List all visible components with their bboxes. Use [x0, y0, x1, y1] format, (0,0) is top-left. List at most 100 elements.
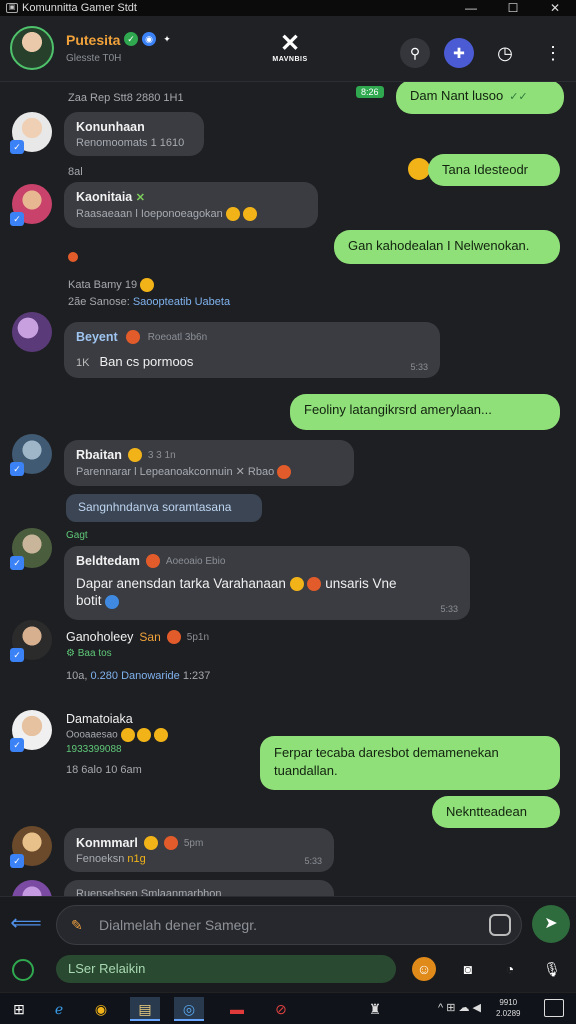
avatar[interactable]: ✓	[10, 710, 52, 752]
quick-reply-field[interactable]: LSer Relaikin	[56, 955, 396, 983]
pin-button[interactable]: ✚	[444, 38, 474, 68]
message-meta: Gagt	[66, 530, 88, 541]
message-meta: 10a, 0.280 Danowaride 1:237	[66, 670, 211, 682]
outgoing-message[interactable]: Gan kahodealan I Nelwenokan.	[334, 230, 560, 264]
game-icon: ♜	[368, 1001, 382, 1017]
avatar[interactable]: ✓	[10, 434, 52, 476]
taskbar-chrome[interactable]: ◉	[86, 997, 116, 1021]
grin-emoji-icon	[242, 207, 257, 221]
logo-text: MAVNBIS	[272, 56, 308, 63]
windows-icon: ⊞	[13, 1001, 25, 1017]
avatar[interactable]	[10, 26, 54, 70]
grin-emoji-icon	[225, 207, 240, 221]
app-icon: ▣	[6, 3, 18, 13]
verified-icon: ✓	[10, 854, 24, 868]
incoming-message[interactable]: Beyent Roeoatl 3b6n 1K Ban cs pormoos 5:33	[64, 322, 440, 378]
incoming-message[interactable]: Beldtedam Aoeoaio Ebio Dapar anensdan tar…	[64, 546, 470, 620]
incoming-message[interactable]: Kaonitaia ✕ Raasaeaan l Ioeponoeagokan	[64, 182, 318, 228]
back-arrow-icon: ⟸	[10, 910, 42, 935]
timer-icon: ◔	[505, 961, 515, 977]
message-input[interactable]: ✎ Dialmelah dener Samegr.	[56, 905, 522, 945]
sticker-button[interactable]: ◙	[456, 957, 480, 981]
taskbar-clock[interactable]: 9910 2.0289	[496, 997, 520, 1019]
chat-app-icon: ◎	[182, 1001, 196, 1017]
verified-icon: ✓	[10, 140, 24, 154]
maximize-button[interactable]: ☐	[492, 1, 534, 15]
power-icon[interactable]	[12, 959, 34, 981]
back-button[interactable]: ⟸	[10, 907, 42, 939]
avatar[interactable]	[12, 312, 52, 352]
puzzle-icon: ✚	[453, 45, 465, 61]
message-header: Damatoiaka Oooaaesao 1933399088	[66, 712, 169, 755]
mic-button[interactable]: 🎙	[540, 957, 564, 981]
avatar[interactable]: ✓	[10, 112, 52, 154]
system-tray[interactable]: ^ ⊞ ☁ ◀	[438, 1001, 481, 1014]
message-meta: Zaa Rep Stt8 2880 1H1	[68, 92, 184, 104]
more-menu-button[interactable]: ⋮	[538, 38, 568, 68]
clock-icon: ◷	[497, 43, 513, 63]
verified-icon: ✓	[124, 32, 138, 46]
avatar[interactable]: ✓	[10, 826, 52, 868]
incoming-message[interactable]: Ruensehsen Smlaanmarbhon	[64, 880, 334, 896]
globe-emoji-icon	[105, 594, 120, 609]
folder-icon: ▤	[138, 1001, 152, 1017]
taskbar-files[interactable]: ▤	[130, 997, 160, 1021]
outgoing-message[interactable]: Feoliny latangikrsrd amerylaan...	[290, 394, 560, 430]
taskbar-app[interactable]: ⊘	[266, 997, 296, 1021]
incoming-message[interactable]: Konmmarl 5pm Fenoeksn n1g 5:33	[64, 828, 334, 872]
window-title: Komunnitta Gamer Stdt	[22, 2, 137, 14]
notification-icon[interactable]	[544, 999, 564, 1017]
contact-name[interactable]: Putesita	[66, 32, 120, 48]
message-meta: 18 6alo 10 6am	[66, 764, 142, 776]
chat-header: Putesita ✓ ◉ ✦ Glesste T0H ✕ MAVNBIS ⚲ ✚…	[0, 16, 576, 82]
verified-icon: ✓	[10, 648, 24, 662]
header-badges: ✓ ◉ ✦	[124, 32, 174, 46]
avatar[interactable]: ✓	[10, 528, 52, 570]
system-message: Sangnhndanva soramtasana	[66, 494, 262, 522]
outgoing-message[interactable]: Dam Nant lusoo ✓✓	[396, 82, 564, 114]
logo-icon: ✕	[279, 30, 301, 57]
close-button[interactable]: ✕	[534, 1, 576, 15]
start-button[interactable]: ⊞	[4, 997, 34, 1021]
sticker-icon: ◙	[463, 961, 473, 977]
message-header: Ganoholeey San 5p1n	[66, 630, 210, 644]
verified-icon: ✓	[10, 212, 24, 226]
app-logo: ✕ MAVNBIS	[262, 30, 318, 64]
taskbar-chat-app[interactable]: ◎	[174, 997, 204, 1021]
send-button[interactable]: ➤	[532, 905, 570, 943]
crossed-swords-icon: ✕	[135, 192, 145, 204]
verified-icon: ✓	[10, 738, 24, 752]
camera-icon[interactable]	[489, 914, 511, 936]
status-dot-icon	[68, 252, 78, 262]
taskbar: ⊞ ℯ ◉ ▤ ◎ ▬ ⊘ ♜ ^ ⊞ ☁ ◀ 9910 2.0289	[0, 992, 576, 1024]
history-button[interactable]: ◷	[490, 38, 520, 68]
timer-button[interactable]: ◔	[498, 957, 522, 981]
angry-emoji-icon	[145, 554, 160, 568]
incoming-message[interactable]: Rbaitan 3 3 1n Parennarar l Lepeanoakconn…	[64, 440, 354, 486]
laugh-emoji-icon	[143, 836, 158, 850]
search-icon: ⚲	[409, 45, 421, 61]
outgoing-message[interactable]: Ferpar tecaba daresbot demamenekan tuand…	[260, 736, 560, 790]
angry-emoji-icon	[125, 330, 140, 344]
verified-icon: ✓	[10, 556, 24, 570]
outgoing-message[interactable]: Nekntteadean	[432, 796, 560, 828]
search-button[interactable]: ⚲	[400, 38, 430, 68]
taskbar-game[interactable]: ♜	[360, 997, 390, 1021]
avatar[interactable]	[12, 880, 52, 896]
incoming-message[interactable]: Konunhaan Renomoomats 1 1610	[64, 112, 204, 156]
message-input-placeholder: Dialmelah dener Samegr.	[99, 917, 257, 933]
taskbar-edge[interactable]: ℯ	[44, 997, 74, 1021]
message-list[interactable]: Zaa Rep Stt8 2880 1H1 8:26 Dam Nant luso…	[0, 82, 576, 896]
avatar[interactable]: ✓	[10, 620, 52, 662]
outgoing-message[interactable]: Tana Idesteodr	[428, 154, 560, 186]
contact-status: Glesste T0H	[66, 53, 122, 64]
emoji-button[interactable]: ☺	[412, 957, 436, 981]
taskbar-media[interactable]: ▬	[222, 997, 252, 1021]
minimize-button[interactable]: —	[450, 1, 492, 15]
pencil-icon: ✎	[71, 917, 83, 933]
grin-emoji-icon	[289, 577, 304, 592]
edge-icon: ℯ	[54, 1001, 64, 1017]
avatar[interactable]: ✓	[10, 184, 52, 226]
more-icon: ⋮	[544, 43, 562, 63]
chrome-icon: ◉	[94, 1001, 108, 1017]
